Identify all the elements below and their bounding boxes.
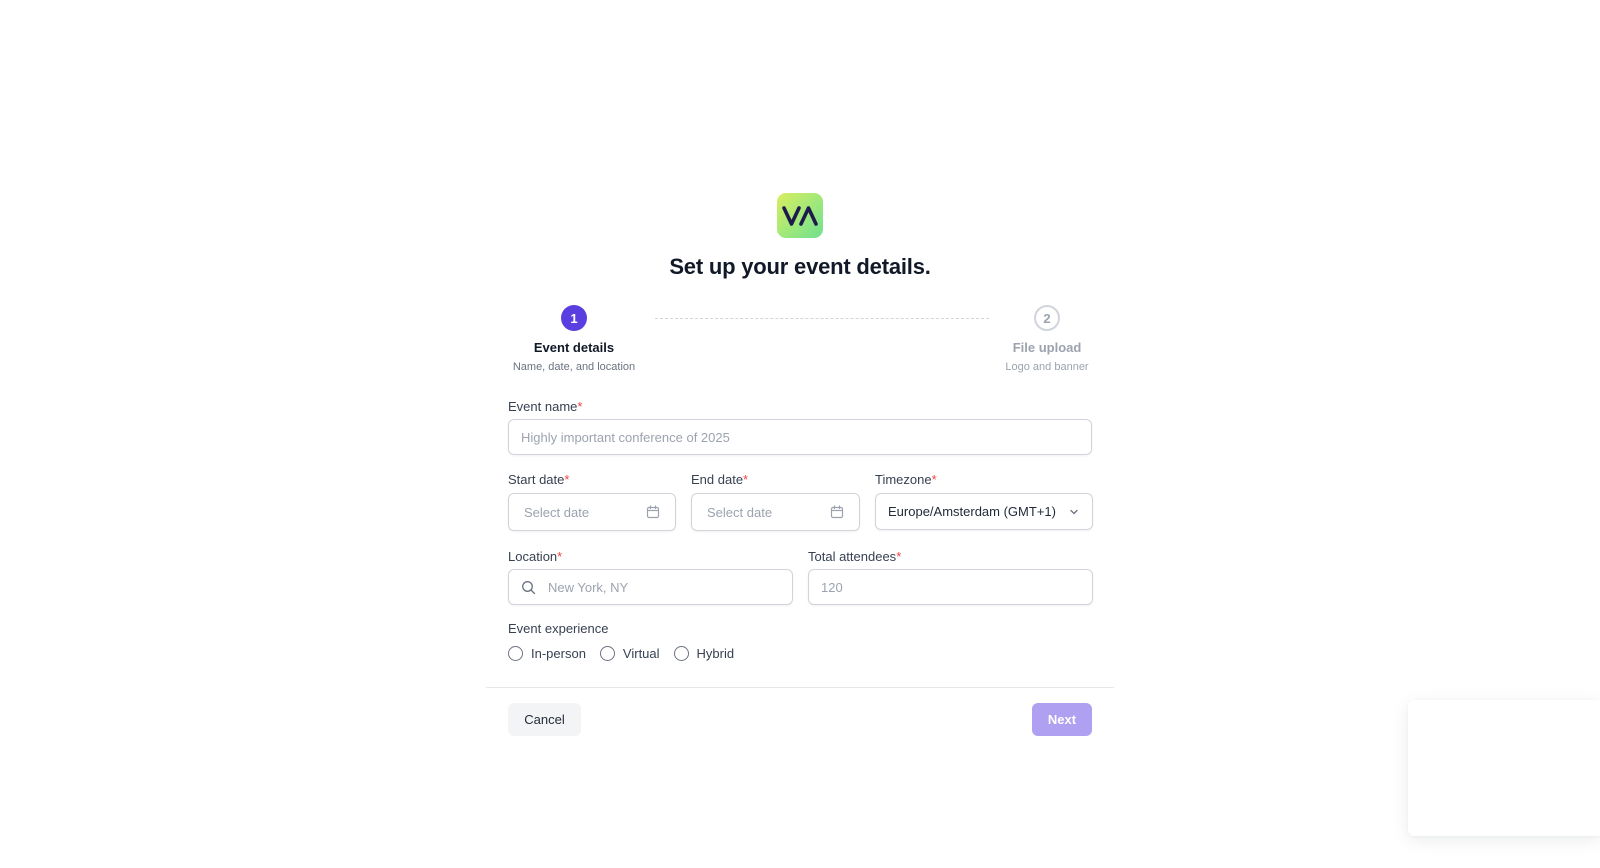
location-field[interactable]	[508, 569, 793, 605]
location-input[interactable]	[548, 570, 780, 604]
chevron-down-icon	[1070, 509, 1078, 514]
event-name-label: Event name*	[508, 399, 582, 414]
required-marker: *	[931, 472, 937, 487]
total-attendees-field[interactable]	[808, 569, 1093, 605]
event-name-field[interactable]	[508, 419, 1092, 455]
end-date-picker[interactable]: Select date	[691, 493, 860, 531]
event-experience-radio-group: In-person Virtual Hybrid	[508, 646, 748, 661]
stepper-connector	[655, 318, 989, 319]
total-attendees-input[interactable]	[821, 570, 1080, 604]
required-marker: *	[577, 399, 583, 414]
step-number-badge: 1	[561, 305, 587, 331]
end-date-label-text: End date	[691, 472, 744, 487]
event-name-label-text: Event name	[508, 399, 578, 414]
step-title: File upload	[1012, 340, 1082, 355]
calendar-icon	[646, 505, 660, 519]
event-name-input[interactable]	[521, 420, 1079, 454]
step-event-details[interactable]: 1 Event details Name, date, and location	[508, 305, 640, 373]
step-file-upload[interactable]: 2 File upload Logo and banner	[1003, 305, 1091, 373]
timezone-label-text: Timezone	[875, 472, 932, 487]
start-date-placeholder: Select date	[524, 504, 590, 520]
timezone-select[interactable]: Europe/Amsterdam (GMT+1)	[875, 493, 1093, 530]
step-subtitle: Logo and banner	[1005, 361, 1089, 373]
required-marker: *	[564, 472, 570, 487]
required-marker: *	[896, 549, 902, 564]
required-marker: *	[743, 472, 749, 487]
radio-in-person[interactable]: In-person	[508, 646, 586, 661]
radio-label: In-person	[531, 646, 586, 661]
radio-button[interactable]	[508, 646, 523, 661]
total-attendees-label-text: Total attendees	[808, 549, 897, 564]
start-date-picker[interactable]: Select date	[508, 493, 676, 531]
timezone-value: Europe/Amsterdam (GMT+1)	[888, 504, 1056, 519]
timezone-label: Timezone*	[875, 472, 937, 487]
next-button[interactable]: Next	[1032, 703, 1092, 736]
event-experience-label: Event experience	[508, 621, 609, 636]
brand-logo	[777, 193, 823, 238]
radio-hybrid[interactable]: Hybrid	[673, 646, 735, 661]
calendar-icon	[830, 505, 844, 519]
radio-label: Virtual	[622, 646, 660, 661]
start-date-label: Start date*	[508, 472, 569, 487]
total-attendees-label: Total attendees*	[808, 549, 901, 564]
radio-button[interactable]	[673, 646, 689, 661]
end-date-label: End date*	[691, 472, 748, 487]
step-subtitle: Name, date, and location	[512, 361, 636, 373]
location-label-text: Location	[508, 549, 558, 564]
step-title: Event details	[533, 340, 615, 355]
floating-panel	[1408, 700, 1600, 836]
end-date-placeholder: Select date	[707, 504, 773, 520]
page-title: Set up your event details.	[669, 254, 931, 279]
search-icon	[522, 580, 536, 594]
start-date-label-text: Start date	[508, 472, 565, 487]
va-logo-icon	[782, 205, 818, 226]
location-label: Location*	[508, 549, 562, 564]
radio-label: Hybrid	[696, 646, 735, 661]
radio-virtual[interactable]: Virtual	[599, 646, 660, 661]
cancel-button[interactable]: Cancel	[508, 703, 581, 736]
required-marker: *	[557, 549, 563, 564]
step-number-badge: 2	[1034, 305, 1060, 331]
footer-divider	[486, 687, 1114, 688]
radio-button[interactable]	[599, 646, 615, 661]
